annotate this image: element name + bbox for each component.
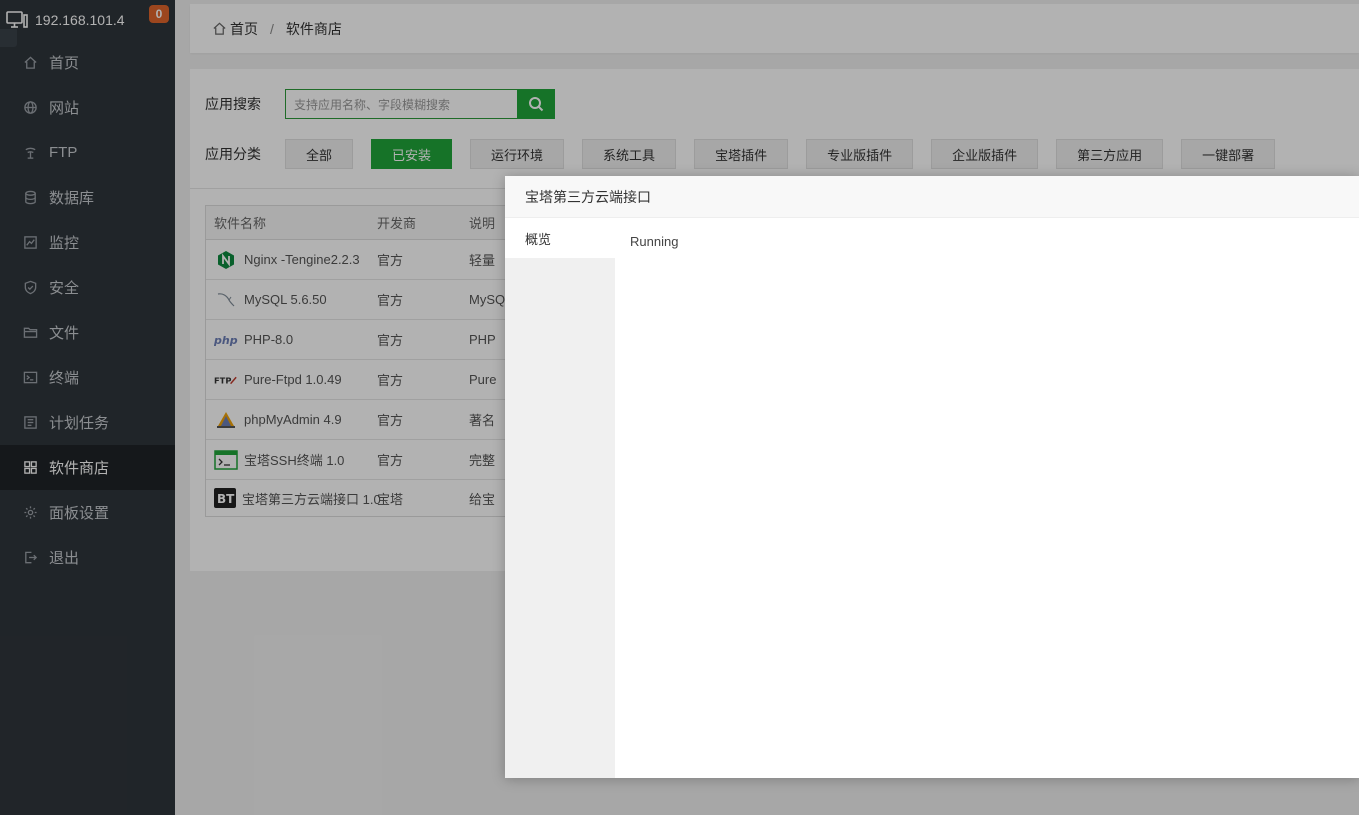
modal-title: 宝塔第三方云端接口 xyxy=(505,176,1359,218)
modal-sidebar: 概览 xyxy=(505,218,615,778)
plugin-modal: 宝塔第三方云端接口 概览 Running xyxy=(505,176,1359,778)
status-text: Running xyxy=(630,234,679,249)
tab-overview[interactable]: 概览 xyxy=(505,218,615,258)
